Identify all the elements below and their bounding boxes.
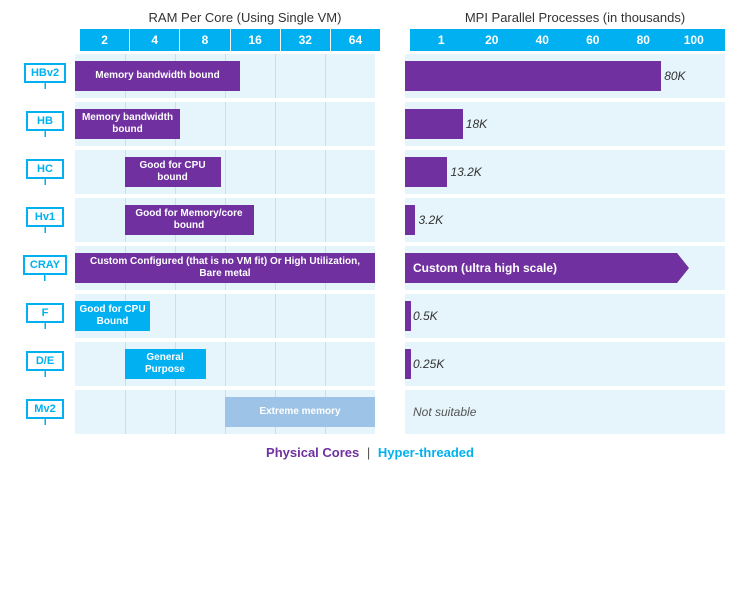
mpi-bar-area: Custom (ultra high scale) <box>405 246 725 290</box>
vm-box: HB <box>26 111 64 131</box>
ram-bar-area: Good for Memory/core bound <box>75 198 375 242</box>
vm-row: HC Good for CPU bound 13.2K <box>15 149 725 195</box>
mpi-bar <box>405 61 661 91</box>
ram-bar-area: General Purpose <box>75 342 375 386</box>
mpi-scale-tick: 20 <box>467 33 518 47</box>
titles-row: RAM Per Core (Using Single VM) MPI Paral… <box>15 10 725 25</box>
ram-scale-cell: 4 <box>130 29 180 51</box>
ram-bar-area: Extreme memory <box>75 390 375 434</box>
ram-bar: General Purpose <box>125 349 206 379</box>
mpi-bar-area: Not suitable <box>405 390 725 434</box>
vm-row: CRAY Custom Configured (that is no VM fit… <box>15 245 725 291</box>
mpi-value: 3.2K <box>418 213 443 227</box>
ram-bar-area: Memory bandwidth bound <box>75 54 375 98</box>
ram-bar: Good for CPU bound <box>125 157 221 187</box>
mpi-bar-area: 80K <box>405 54 725 98</box>
ram-scale-cell: 32 <box>281 29 331 51</box>
vm-box: Hv1 <box>26 207 64 227</box>
mpi-bar <box>405 109 463 139</box>
ram-bar-area: Good for CPU bound <box>75 150 375 194</box>
vm-label: HB <box>15 111 75 137</box>
mpi-bar-area: 18K <box>405 102 725 146</box>
ram-bar-area: Custom Configured (that is no VM fit) Or… <box>75 246 375 290</box>
mpi-arrow-bar: Custom (ultra high scale) <box>405 253 677 283</box>
mpi-scale-tick: 80 <box>618 33 669 47</box>
mpi-scale-tick: 1 <box>416 33 467 47</box>
vm-box: D/E <box>26 351 64 371</box>
mpi-value: 0.25K <box>413 357 444 371</box>
mpi-small-bar <box>405 349 411 379</box>
ram-bar: Extreme memory <box>225 397 375 427</box>
vm-label: CRAY <box>15 255 75 281</box>
vm-row: Hv1 Good for Memory/core bound 3.2K <box>15 197 725 243</box>
vm-row: HBv2 Memory bandwidth bound 80K <box>15 53 725 99</box>
ram-scale-cell: 2 <box>80 29 130 51</box>
ram-bar-area: Memory bandwidth bound <box>75 102 375 146</box>
mpi-not-suitable: Not suitable <box>405 405 476 419</box>
footer: Physical Cores | Hyper-threaded <box>15 445 725 460</box>
mpi-bar-area: 13.2K <box>405 150 725 194</box>
vm-row: Mv2 Extreme memory Not suitable <box>15 389 725 435</box>
ram-scale-cell: 16 <box>231 29 281 51</box>
ram-bar: Good for Memory/core bound <box>125 205 254 235</box>
scale-row: 248163264 120406080100 <box>15 29 725 51</box>
ram-scale: 248163264 <box>80 29 380 51</box>
vm-label: HBv2 <box>15 63 75 89</box>
ram-bar-area: Good for CPU Bound <box>75 294 375 338</box>
mpi-scale-tick: 40 <box>517 33 568 47</box>
ram-bar: Good for CPU Bound <box>75 301 150 331</box>
hyper-threaded-label: Hyper-threaded <box>378 445 474 460</box>
mpi-title: MPI Parallel Processes (in thousands) <box>425 10 725 25</box>
mpi-scale: 120406080100 <box>410 29 725 51</box>
ram-bar: Memory bandwidth bound <box>75 61 240 91</box>
vm-label: F <box>15 303 75 329</box>
vm-box: CRAY <box>23 255 67 275</box>
footer-separator: | <box>367 445 370 460</box>
mpi-scale-tick: 100 <box>669 33 720 47</box>
mpi-bar-area: 0.5K <box>405 294 725 338</box>
vm-row: HB Memory bandwidth bound 18K <box>15 101 725 147</box>
vm-label: Mv2 <box>15 399 75 425</box>
mpi-scale-tick: 60 <box>568 33 619 47</box>
mpi-bar <box>405 157 447 187</box>
vm-row: D/E General Purpose 0.25K <box>15 341 725 387</box>
vm-label: Hv1 <box>15 207 75 233</box>
ram-bar: Custom Configured (that is no VM fit) Or… <box>75 253 375 283</box>
mpi-value: 0.5K <box>413 309 438 323</box>
mpi-value: 18K <box>466 117 487 131</box>
ram-scale-cell: 64 <box>331 29 380 51</box>
mpi-bar <box>405 205 415 235</box>
vm-box: HC <box>26 159 64 179</box>
vm-box: Mv2 <box>26 399 64 419</box>
ram-scale-cell: 8 <box>180 29 230 51</box>
ram-title: RAM Per Core (Using Single VM) <box>95 10 395 25</box>
vm-box: HBv2 <box>24 63 66 83</box>
mpi-bar-area: 3.2K <box>405 198 725 242</box>
data-rows: HBv2 Memory bandwidth bound 80K HB Memory ba… <box>15 53 725 437</box>
mpi-value: 80K <box>664 69 685 83</box>
physical-cores-label: Physical Cores <box>266 445 359 460</box>
vm-box: F <box>26 303 64 323</box>
mpi-value: 13.2K <box>450 165 481 179</box>
mpi-bar-area: 0.25K <box>405 342 725 386</box>
mpi-small-bar <box>405 301 411 331</box>
vm-label: HC <box>15 159 75 185</box>
vm-label: D/E <box>15 351 75 377</box>
ram-bar: Memory bandwidth bound <box>75 109 180 139</box>
vm-row: F Good for CPU Bound 0.5K <box>15 293 725 339</box>
